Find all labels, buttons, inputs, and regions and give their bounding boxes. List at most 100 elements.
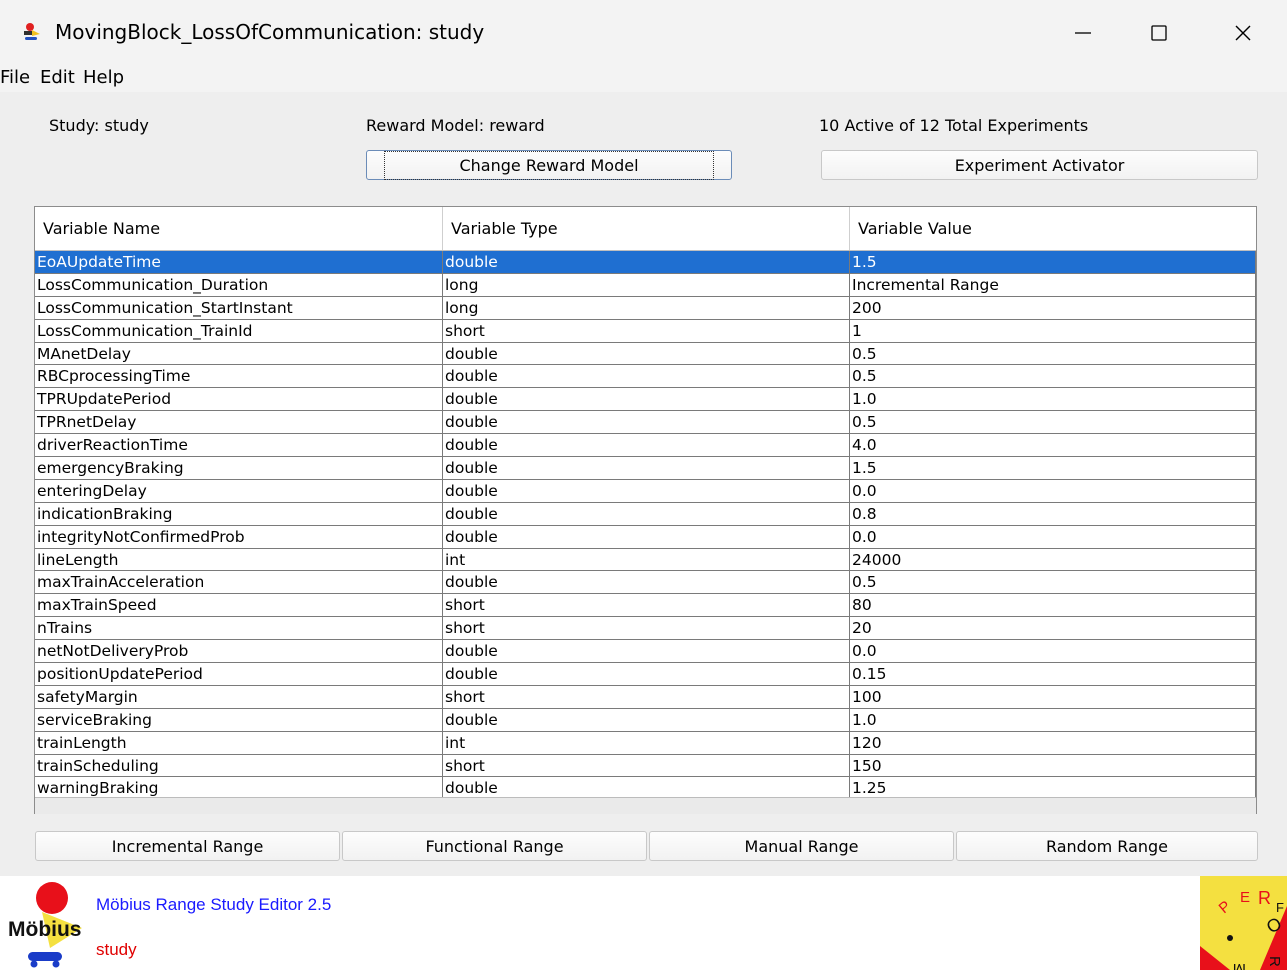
variable-name-cell[interactable]: TPRUpdatePeriod: [35, 388, 443, 412]
table-row[interactable]: serviceBraking double 1.0: [35, 708, 1256, 732]
variable-value-cell[interactable]: 120: [850, 731, 1256, 755]
menu-edit[interactable]: Edit: [40, 67, 75, 88]
variable-type-cell[interactable]: short: [443, 617, 850, 641]
variable-name-cell[interactable]: emergencyBraking: [35, 457, 443, 480]
variable-name-cell[interactable]: maxTrainSpeed: [35, 594, 443, 618]
table-row[interactable]: trainScheduling short 150: [35, 754, 1256, 778]
maximize-button[interactable]: [1136, 10, 1182, 56]
variable-name-cell[interactable]: maxTrainAcceleration: [35, 571, 443, 595]
variable-name-cell[interactable]: trainScheduling: [35, 754, 443, 778]
table-row[interactable]: trainLength int 120: [35, 731, 1256, 755]
variable-name-cell[interactable]: LossCommunication_Duration: [35, 273, 443, 297]
variable-value-cell[interactable]: 20: [850, 617, 1256, 641]
table-row[interactable]: maxTrainSpeed short 80: [35, 594, 1256, 618]
variable-type-cell[interactable]: double: [443, 457, 850, 480]
variable-value-cell[interactable]: 1.0: [850, 388, 1256, 412]
variable-value-cell[interactable]: 0.0: [850, 640, 1256, 664]
column-header-variable-value[interactable]: Variable Value: [850, 207, 1256, 250]
table-row[interactable]: driverReactionTime double 4.0: [35, 434, 1256, 458]
variable-name-cell[interactable]: lineLength: [35, 548, 443, 572]
variable-value-cell[interactable]: 1: [850, 319, 1256, 343]
variable-name-cell[interactable]: TPRnetDelay: [35, 411, 443, 435]
variable-value-cell[interactable]: 100: [850, 685, 1256, 709]
table-row[interactable]: integrityNotConfirmedProb double 0.0: [35, 525, 1256, 549]
variable-type-cell[interactable]: short: [443, 319, 850, 343]
variable-type-cell[interactable]: double: [443, 525, 850, 549]
variable-value-cell[interactable]: 200: [850, 296, 1256, 320]
variable-value-cell[interactable]: 0.5: [850, 571, 1256, 595]
horizontal-scrollbar[interactable]: [35, 797, 1256, 814]
variable-type-cell[interactable]: double: [443, 708, 850, 732]
table-row[interactable]: LossCommunication_TrainId short 1: [35, 319, 1256, 343]
table-row[interactable]: maxTrainAcceleration double 0.5: [35, 571, 1256, 595]
variable-name-cell[interactable]: enteringDelay: [35, 479, 443, 503]
variable-name-cell[interactable]: indicationBraking: [35, 502, 443, 526]
variable-type-cell[interactable]: long: [443, 273, 850, 297]
table-row[interactable]: lineLength int 24000: [35, 548, 1256, 572]
table-row[interactable]: netNotDeliveryProb double 0.0: [35, 640, 1256, 664]
variable-name-cell[interactable]: nTrains: [35, 617, 443, 641]
variable-value-cell[interactable]: 0.5: [850, 365, 1256, 389]
manual-range-button[interactable]: Manual Range: [649, 831, 954, 861]
table-row[interactable]: indicationBraking double 0.8: [35, 502, 1256, 526]
variable-name-cell[interactable]: MAnetDelay: [35, 342, 443, 366]
table-row[interactable]: nTrains short 20: [35, 617, 1256, 641]
variable-name-cell[interactable]: safetyMargin: [35, 685, 443, 709]
random-range-button[interactable]: Random Range: [956, 831, 1258, 861]
variable-type-cell[interactable]: double: [443, 342, 850, 366]
experiment-activator-button[interactable]: Experiment Activator: [821, 150, 1258, 180]
variable-value-cell[interactable]: 0.8: [850, 502, 1256, 526]
menu-file[interactable]: File: [0, 67, 30, 88]
table-row[interactable]: MAnetDelay double 0.5: [35, 342, 1256, 366]
variable-value-cell[interactable]: 0.0: [850, 479, 1256, 503]
table-row[interactable]: TPRnetDelay double 0.5: [35, 411, 1256, 435]
variable-value-cell[interactable]: 1.5: [850, 251, 1256, 274]
variable-value-cell[interactable]: 0.0: [850, 525, 1256, 549]
variable-name-cell[interactable]: netNotDeliveryProb: [35, 640, 443, 664]
table-row[interactable]: LossCommunication_StartInstant long 200: [35, 296, 1256, 320]
variable-name-cell[interactable]: RBCprocessingTime: [35, 365, 443, 389]
table-row[interactable]: RBCprocessingTime double 0.5: [35, 365, 1256, 389]
variable-type-cell[interactable]: short: [443, 594, 850, 618]
variable-type-cell[interactable]: int: [443, 548, 850, 572]
variable-name-cell[interactable]: EoAUpdateTime: [35, 251, 443, 274]
table-row[interactable]: LossCommunication_Duration long Incrementa…: [35, 273, 1256, 297]
functional-range-button[interactable]: Functional Range: [342, 831, 647, 861]
table-row[interactable]: TPRUpdatePeriod double 1.0: [35, 388, 1256, 412]
variable-value-cell[interactable]: 0.5: [850, 411, 1256, 435]
variable-name-cell[interactable]: integrityNotConfirmedProb: [35, 525, 443, 549]
column-header-variable-name[interactable]: Variable Name: [35, 207, 443, 250]
table-row[interactable]: emergencyBraking double 1.5: [35, 457, 1256, 480]
variable-type-cell[interactable]: double: [443, 571, 850, 595]
variable-type-cell[interactable]: double: [443, 663, 850, 686]
variable-type-cell[interactable]: double: [443, 388, 850, 412]
variable-type-cell[interactable]: int: [443, 731, 850, 755]
variable-value-cell[interactable]: 1.0: [850, 708, 1256, 732]
variable-type-cell[interactable]: double: [443, 365, 850, 389]
close-button[interactable]: [1220, 10, 1266, 56]
variable-type-cell[interactable]: long: [443, 296, 850, 320]
variable-value-cell[interactable]: 80: [850, 594, 1256, 618]
variable-type-cell[interactable]: double: [443, 251, 850, 274]
title-bar[interactable]: MovingBlock_LossOfCommunication: study: [0, 0, 1287, 64]
minimize-button[interactable]: [1060, 10, 1106, 56]
variable-type-cell[interactable]: short: [443, 685, 850, 709]
variable-name-cell[interactable]: positionUpdatePeriod: [35, 663, 443, 686]
change-reward-model-button[interactable]: Change Reward Model: [366, 150, 732, 180]
table-row[interactable]: safetyMargin short 100: [35, 685, 1256, 709]
variable-value-cell[interactable]: 1.5: [850, 457, 1256, 480]
variable-name-cell[interactable]: driverReactionTime: [35, 434, 443, 458]
variable-type-cell[interactable]: double: [443, 434, 850, 458]
variable-value-cell[interactable]: 24000: [850, 548, 1256, 572]
variable-type-cell[interactable]: double: [443, 640, 850, 664]
variable-name-cell[interactable]: trainLength: [35, 731, 443, 755]
variable-value-cell[interactable]: 4.0: [850, 434, 1256, 458]
variable-value-cell[interactable]: 0.5: [850, 342, 1256, 366]
variable-value-cell[interactable]: 0.15: [850, 663, 1256, 686]
variable-name-cell[interactable]: LossCommunication_StartInstant: [35, 296, 443, 320]
variable-type-cell[interactable]: double: [443, 479, 850, 503]
variable-value-cell[interactable]: Incremental Range: [850, 273, 1256, 297]
variable-name-cell[interactable]: LossCommunication_TrainId: [35, 319, 443, 343]
table-row[interactable]: positionUpdatePeriod double 0.15: [35, 663, 1256, 686]
table-row[interactable]: EoAUpdateTime double 1.5: [35, 251, 1256, 274]
